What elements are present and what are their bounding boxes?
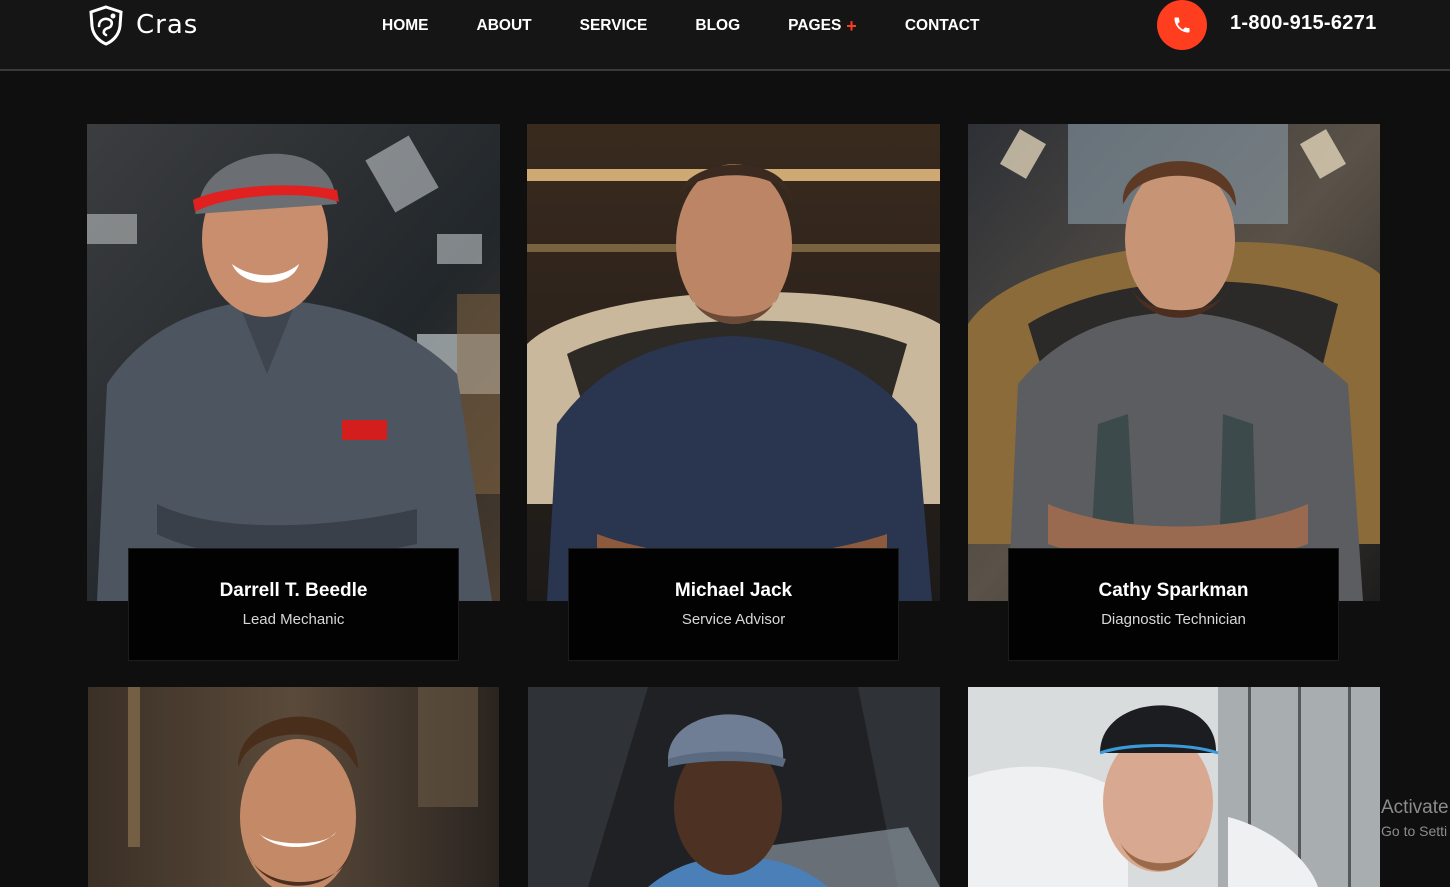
- team-member-photo: [968, 687, 1380, 887]
- nav-service[interactable]: SERVICE: [580, 15, 648, 37]
- nav-home-label: HOME: [382, 17, 429, 34]
- team-member-photo: [527, 124, 940, 601]
- team-member-photo: [87, 124, 500, 601]
- nav-blog[interactable]: BLOG: [695, 15, 740, 37]
- team-member-info: Darrell T. Beedle Lead Mechanic: [128, 548, 459, 661]
- member-role: Diagnostic Technician: [1101, 611, 1246, 628]
- nav-service-label: SERVICE: [579, 17, 648, 34]
- team-member-photo: [528, 687, 940, 887]
- member-role: Service Advisor: [681, 611, 786, 628]
- team-member-info: Cathy Sparkman Diagnostic Technician: [1008, 548, 1339, 661]
- plus-icon: +: [846, 16, 857, 36]
- team-member-photo: [968, 124, 1380, 601]
- nav-pages[interactable]: PAGES +: [788, 15, 857, 37]
- main-nav: HOME ABOUT SERVICE BLOG PAGES + CONTACT: [382, 15, 1027, 37]
- team-member-photo: [88, 687, 499, 887]
- nav-blog-label: BLOG: [695, 17, 741, 34]
- nav-pages-label: PAGES: [788, 17, 842, 34]
- member-role: Lead Mechanic: [242, 611, 345, 628]
- phone-call-button[interactable]: [1157, 0, 1207, 50]
- site-header: Cras HOME ABOUT SERVICE BLOG PAGES + CONT…: [0, 0, 1450, 71]
- member-name: Michael Jack: [674, 580, 793, 601]
- shield-logo-icon: [89, 5, 123, 46]
- activation-watermark-title: Activate: [1381, 797, 1449, 818]
- nav-contact-label: CONTACT: [904, 17, 980, 34]
- member-name: Darrell T. Beedle: [219, 580, 368, 601]
- nav-about[interactable]: ABOUT: [477, 15, 532, 37]
- member-name: Cathy Sparkman: [1098, 580, 1249, 601]
- phone-icon: [1174, 17, 1190, 33]
- activation-watermark-subtitle: Go to Setti: [1381, 823, 1448, 839]
- nav-home[interactable]: HOME: [382, 15, 429, 37]
- phone-number[interactable]: 1-800-915-6271: [1230, 12, 1377, 35]
- nav-contact[interactable]: CONTACT: [905, 15, 980, 37]
- brand-logo[interactable]: Cras: [86, 4, 198, 46]
- nav-about-label: ABOUT: [476, 17, 532, 34]
- team-member-info: Michael Jack Service Advisor: [568, 548, 899, 661]
- brand-name: Cras: [136, 10, 199, 40]
